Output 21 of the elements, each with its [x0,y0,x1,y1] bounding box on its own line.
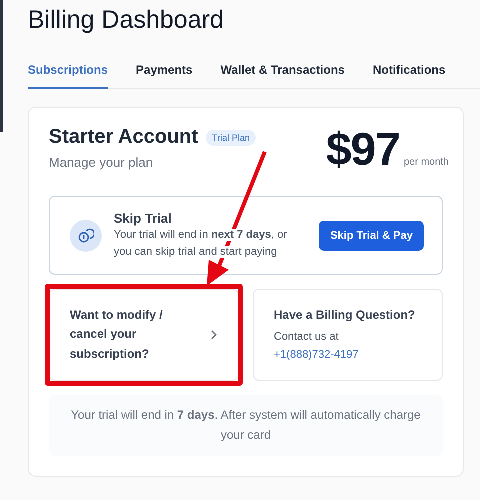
skip-trial-title: Skip Trial [114,211,173,226]
plan-name: Starter Account [49,126,198,149]
plan-subtitle: Manage your plan [49,155,154,170]
tab[interactable]: Subscriptions [28,63,108,89]
chevron-right-icon [210,329,218,341]
page-title: Billing Dashboard [28,6,225,35]
price-period: per month [404,157,449,168]
coins-icon [70,220,102,252]
option-title: Want to modify / cancel your subscription? [70,307,164,363]
trial-note: Your trial will end in 7 days. After system will automatically charge your card [49,395,443,456]
option-title: Have a Billing Question? [274,306,416,324]
phone-link[interactable]: +1(888)732-4197 [274,348,359,361]
tab[interactable]: Wallet & Transactions [220,63,345,89]
tab[interactable]: Payments [136,63,193,89]
price: $97 [326,126,400,172]
tab[interactable]: Notifications [372,63,446,89]
plan-badge: Trial Plan [206,130,256,146]
skip-trial-button[interactable]: Skip Trial & Pay [319,220,424,250]
skip-trial-text: Your trial will end in next 7 days, or you can skip trial and start paying [114,228,288,260]
modify-subscription-card[interactable]: Want to modify / cancel your subscription? [49,289,239,381]
contact-text: Contact us at +1(888)732-4197 [274,330,360,363]
